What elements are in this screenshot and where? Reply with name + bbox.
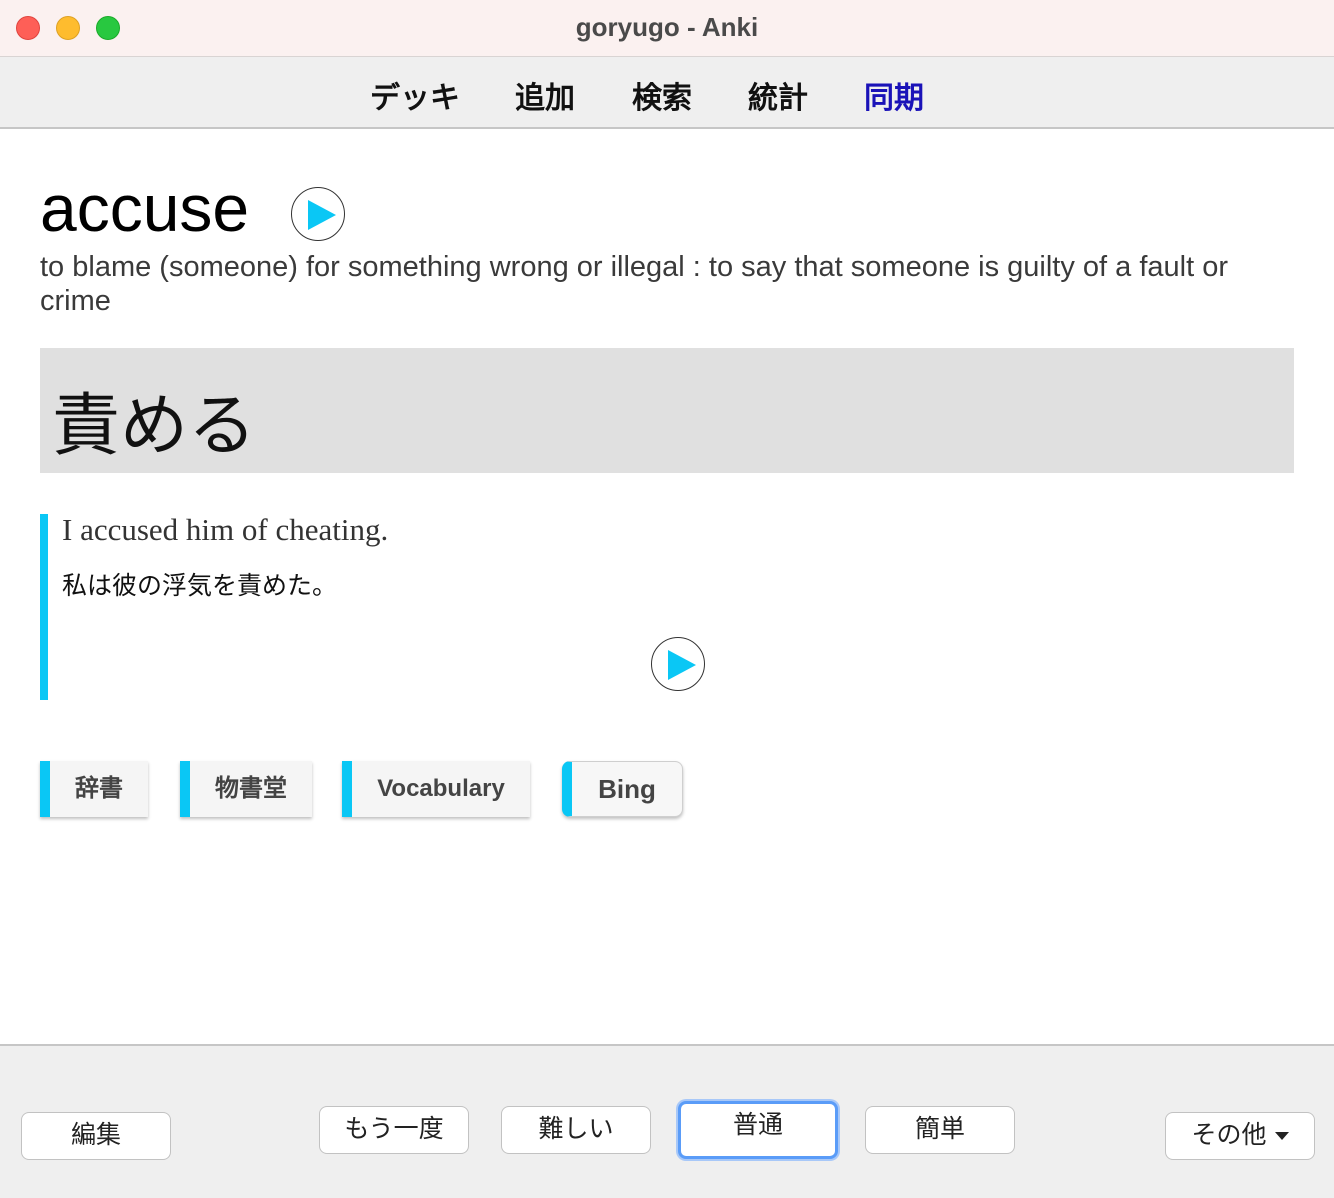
link-bing-button[interactable]: Bing: [562, 761, 683, 817]
answer-good-button[interactable]: 普通: [678, 1101, 838, 1159]
menu-stats[interactable]: 統計: [748, 73, 808, 117]
play-icon: [668, 650, 696, 680]
anki-window: goryugo - Anki デッキ 追加 検索 統計 同期 accuse to…: [0, 0, 1334, 1198]
menu-add[interactable]: 追加: [515, 73, 575, 117]
bottom-bar: 編集 もう一度 難しい 普通 簡単 その他: [0, 1044, 1334, 1198]
chevron-down-icon: [1274, 1132, 1289, 1141]
answer-easy-button[interactable]: 簡単: [865, 1106, 1015, 1154]
more-menu-button[interactable]: その他: [1165, 1112, 1315, 1160]
example-sentence-en: I accused him of cheating.: [62, 512, 389, 547]
link-monokakido-button[interactable]: 物書堂: [180, 761, 312, 817]
japanese-meaning: 責める: [52, 387, 257, 466]
menu-sync[interactable]: 同期: [864, 73, 924, 117]
title-bar: goryugo - Anki: [0, 0, 1334, 57]
example-accent-bar: [40, 514, 48, 700]
answer-hard-button[interactable]: 難しい: [501, 1106, 651, 1154]
top-menu: デッキ 追加 検索 統計 同期: [0, 57, 1334, 129]
link-dictionary-button[interactable]: 辞書: [40, 761, 148, 817]
more-label: その他: [1191, 1121, 1267, 1149]
example-audio-play-button[interactable]: [651, 637, 705, 691]
menu-browse[interactable]: 検索: [632, 73, 692, 117]
answer-again-button[interactable]: もう一度: [319, 1106, 469, 1154]
card-definition: to blame (someone) for something wrong o…: [40, 251, 1228, 317]
menu-decks[interactable]: デッキ: [370, 73, 460, 117]
window-title: goryugo - Anki: [575, 12, 759, 42]
example-sentence-jp: 私は彼の浮気を責めた。: [62, 571, 338, 600]
edit-button[interactable]: 編集: [21, 1112, 171, 1160]
card-word: accuse: [40, 171, 250, 245]
play-icon: [308, 200, 336, 230]
word-audio-play-button[interactable]: [291, 187, 345, 241]
japanese-meaning-box: 責める: [40, 348, 1294, 473]
link-vocabulary-button[interactable]: Vocabulary: [342, 761, 530, 817]
